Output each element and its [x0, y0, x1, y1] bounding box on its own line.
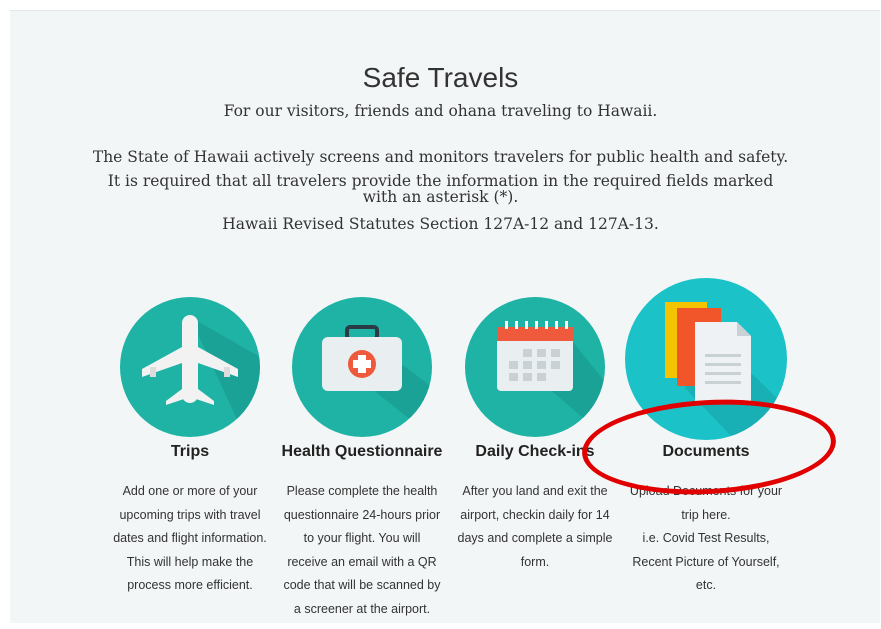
daily-checkins-description: After you land and exit the airport, che…	[450, 480, 620, 574]
checkins-desc-line: days and complete a simple	[457, 531, 613, 545]
page-subtitle: For our visitors, friends and ohana trav…	[223, 102, 658, 120]
health-desc-line: questionnaire 24-hours prior	[283, 507, 441, 522]
health-desc-line: receive an email with a QR	[287, 554, 437, 569]
health-desc-line: Please complete the health	[286, 484, 438, 498]
trips-desc-line: process more efficient.	[127, 578, 253, 592]
page-title: Safe Travels	[362, 62, 519, 93]
checkins-desc-line: After you land and exit the	[462, 484, 608, 498]
health-questionnaire-icon-button[interactable]	[292, 297, 432, 437]
trips-desc-line: dates and flight information.	[113, 531, 267, 545]
intro-line-4: Hawaii Revised Statutes Section 127A-12 …	[222, 215, 659, 233]
health-questionnaire-description: Please complete the health questionnaire…	[277, 480, 447, 621]
health-desc-line: code that will be scanned by	[283, 578, 441, 592]
intro-line-3: with an asterisk (*).	[362, 188, 519, 206]
health-desc-line: to your flight. You will	[303, 531, 421, 545]
documents-desc-line: i.e. Covid Test Results,	[642, 531, 770, 545]
documents-desc-line: etc.	[695, 578, 717, 592]
airplane-icon	[142, 315, 260, 437]
medical-kit-icon	[322, 325, 432, 437]
trips-desc-line: This will help make the	[126, 554, 254, 569]
trips-desc-line: upcoming trips with travel	[119, 507, 261, 522]
documents-desc-line: trip here.	[681, 507, 731, 522]
calendar-icon	[495, 321, 605, 437]
health-desc-line: a screener at the airport.	[293, 601, 431, 616]
checkins-desc-line: airport, checkin daily for 14	[460, 507, 610, 522]
checkins-desc-line: form.	[520, 554, 550, 569]
trips-card-icon-button[interactable]	[120, 297, 260, 437]
intro-line-1: The State of Hawaii actively screens and…	[92, 148, 789, 166]
trips-desc-line: Add one or more of your	[122, 484, 258, 498]
trips-title[interactable]: Trips	[100, 443, 280, 461]
health-questionnaire-title[interactable]: Health Questionnaire	[272, 443, 452, 461]
documents-desc-line: Recent Picture of Yourself,	[632, 554, 780, 569]
trips-description: Add one or more of your upcoming trips w…	[105, 480, 275, 598]
daily-checkins-icon-button[interactable]	[465, 297, 605, 437]
documents-description: Upload Documents for your trip here. i.e…	[621, 480, 791, 598]
